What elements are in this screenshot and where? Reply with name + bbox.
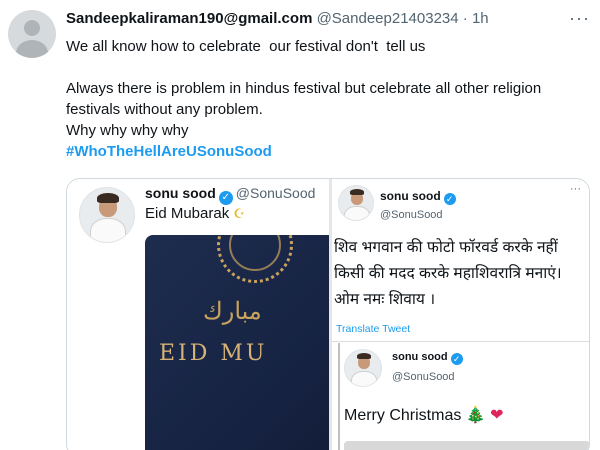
quoted-author-handle: @SonuSood <box>392 371 455 383</box>
tweet-media[interactable]: sonu sood ✓ @SonuSood Eid Mubarak ☪ مبارك … <box>66 178 590 450</box>
tweet-text-line: We all know how to celebrate our festiva… <box>66 38 426 55</box>
tweet-text-line: Always there is problem in hindus festiv… <box>66 80 546 118</box>
hindi-line: किसी की मदद करके महाशिवरात्रि मनाएं। <box>334 265 562 282</box>
avatar-shirt <box>351 371 377 386</box>
hindi-line: ओम नमः शिवाय । <box>334 291 436 308</box>
avatar-hair <box>97 193 119 203</box>
author-avatar[interactable] <box>8 10 56 58</box>
verified-badge-icon: ✓ <box>450 353 463 365</box>
heart-icon: ❤ <box>490 407 504 424</box>
avatar-shirt <box>344 206 370 220</box>
christmas-tree-icon: 🎄 <box>465 407 486 424</box>
embedded-author: sonu sood ✓ @SonuSood <box>145 185 315 205</box>
avatar-hair <box>350 189 364 195</box>
hashtag-link[interactable]: #WhoTheHellAreUSonuSood <box>66 143 272 160</box>
embedded-tweet-text: Eid Mubarak ☪ <box>145 205 245 222</box>
verified-badge-icon: ✓ <box>218 191 233 205</box>
separator-dot: · <box>462 10 468 27</box>
eid-image-text: EID MU <box>159 341 268 366</box>
arabic-text: مبارك <box>203 297 262 325</box>
embedded-author-handle: @SonuSood <box>380 209 443 221</box>
eid-text: Eid Mubarak <box>145 205 230 222</box>
divider <box>332 341 589 342</box>
tweet-header: Sandeepkaliraman190@gmail.com @Sandeep21… <box>66 10 489 27</box>
quoted-author-name: sonu sood <box>392 351 448 363</box>
eid-greeting-image: مبارك EID MU <box>145 235 335 450</box>
verified-badge-icon: ✓ <box>443 193 456 205</box>
translate-tweet-link: Translate Tweet <box>336 323 411 335</box>
embedded-author: sonu sood ✓ <box>380 189 459 205</box>
more-options-icon[interactable]: ··· <box>569 8 590 29</box>
crescent-moon-icon: ☪ <box>233 206 246 221</box>
tweet-timestamp[interactable]: 1h <box>472 10 489 27</box>
hindi-tweet-text: शिव भगवान की फोटो फॉरवर्ड करके नहीं किसी… <box>334 235 589 313</box>
default-avatar-body-icon <box>16 40 48 58</box>
embedded-author-handle: @SonuSood <box>235 185 316 201</box>
quoted-tweet-image <box>344 441 589 450</box>
author-handle[interactable]: @Sandeep21403234 <box>317 10 459 27</box>
tweet-body: We all know how to celebrate our festiva… <box>66 36 586 162</box>
embedded-tweet-eid: sonu sood ✓ @SonuSood Eid Mubarak ☪ مبارك … <box>67 179 335 450</box>
sonu-sood-avatar <box>79 187 135 243</box>
quoted-tweet-christmas: sonu sood ✓ @SonuSood Merry Christmas 🎄 ❤ <box>338 343 589 450</box>
christmas-text: Merry Christmas <box>344 407 462 424</box>
embedded-author-name: sonu sood <box>380 189 441 203</box>
tweet-text-line: Why why why why <box>66 122 189 139</box>
avatar-shirt <box>90 218 126 242</box>
hindi-line: शिव भगवान की फोटो फॉरवर्ड करके नहीं <box>334 239 558 256</box>
more-options-icon: ··· <box>570 183 581 195</box>
embedded-tweet-shivratri: sonu sood ✓ @SonuSood ··· शिव भगवान की फो… <box>329 179 589 450</box>
quoted-tweet-text: Merry Christmas 🎄 ❤ <box>344 405 504 425</box>
quoted-author: sonu sood ✓ <box>392 351 466 365</box>
embedded-author-name: sonu sood <box>145 185 216 201</box>
sonu-sood-avatar <box>344 349 382 387</box>
sonu-sood-avatar <box>338 185 374 221</box>
default-avatar-head-icon <box>24 20 40 36</box>
avatar-hair <box>357 353 371 359</box>
author-name[interactable]: Sandeepkaliraman190@gmail.com <box>66 10 312 27</box>
